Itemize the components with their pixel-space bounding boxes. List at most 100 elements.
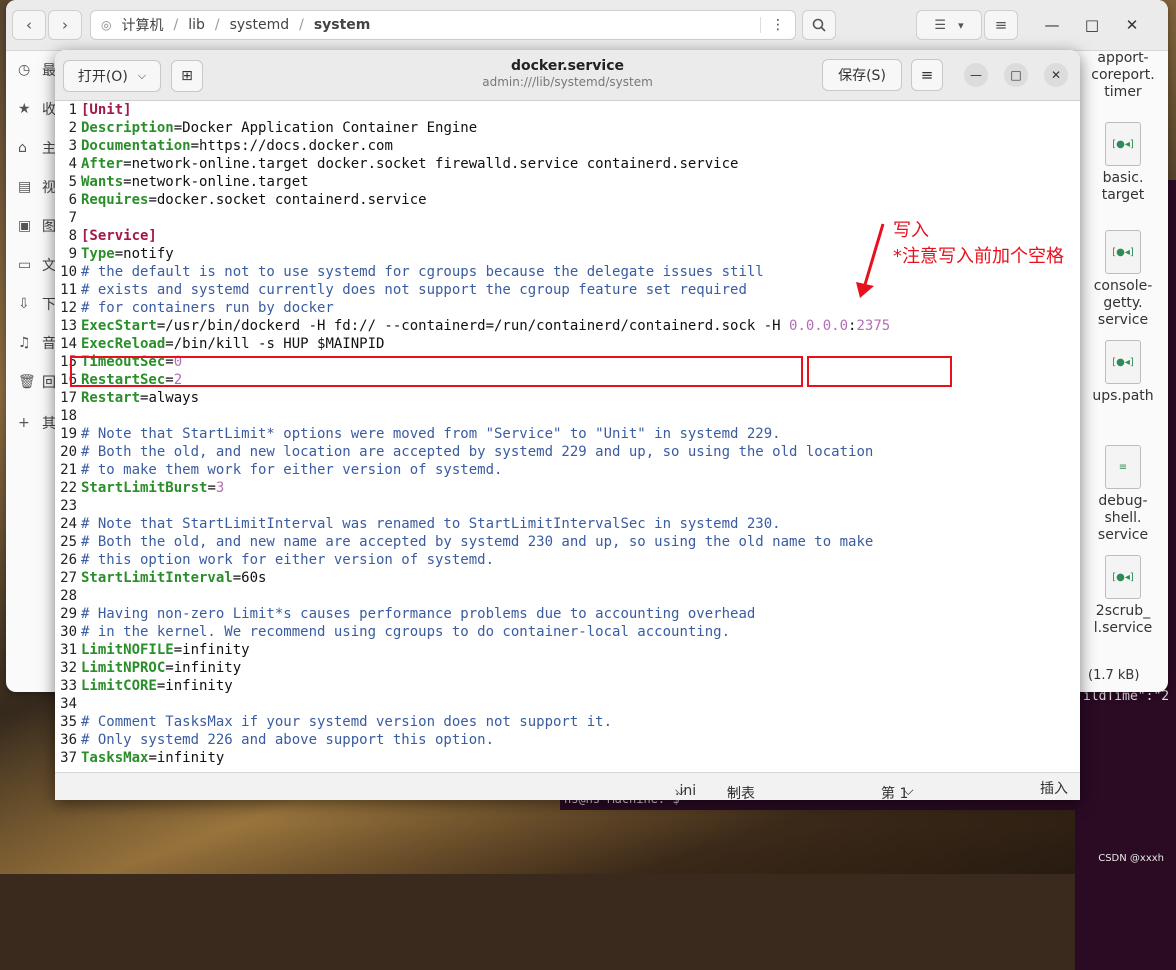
breadcrumb-item-current[interactable]: system bbox=[314, 17, 371, 33]
code-line[interactable]: 2 Description=Docker Application Containe… bbox=[55, 119, 1080, 137]
code-token: # Note that StartLimitInterval was renam… bbox=[81, 516, 781, 532]
highlight-box-added bbox=[807, 356, 952, 387]
minimize-icon: — bbox=[1044, 16, 1060, 34]
code-line[interactable]: 25 # Both the old, and new name are accep… bbox=[55, 533, 1080, 551]
code-line[interactable]: 4 After=network-online.target docker.sock… bbox=[55, 155, 1080, 173]
sidebar-item-label: 视 bbox=[42, 179, 56, 196]
code-line[interactable]: 11 # exists and systemd currently does no… bbox=[55, 281, 1080, 299]
code-line[interactable]: 32 LimitNPROC=infinity bbox=[55, 659, 1080, 677]
maximize-button[interactable]: □ bbox=[1080, 13, 1104, 37]
file-item[interactable]: [●◂] 2scrub_ l.service bbox=[1078, 555, 1168, 637]
more-vert-icon[interactable]: ⋮ bbox=[760, 17, 785, 33]
code-line[interactable]: 12 # for containers run by docker bbox=[55, 299, 1080, 317]
sidebar-item[interactable]: ▭ 文 bbox=[6, 245, 56, 284]
code-token: ExecStart bbox=[81, 318, 157, 334]
code-line[interactable]: 14 ExecReload=/bin/kill -s HUP $MAINPID bbox=[55, 335, 1080, 353]
sidebar-item[interactable]: ★ 收 bbox=[6, 89, 56, 128]
code-line[interactable]: 22 StartLimitBurst=3 bbox=[55, 479, 1080, 497]
save-button[interactable]: 保存(S) bbox=[822, 59, 902, 91]
code-token: StartLimitBurst bbox=[81, 480, 208, 496]
code-token: # for containers run by docker bbox=[81, 300, 334, 316]
sidebar-item[interactable]: 🗑 回 bbox=[6, 362, 56, 401]
code-token: Documentation bbox=[81, 138, 191, 154]
view-toggle-button[interactable]: ☰ ▾ bbox=[916, 10, 982, 40]
code-line[interactable]: 28 bbox=[55, 587, 1080, 605]
open-button[interactable]: 打开(O) ⌵ bbox=[63, 60, 161, 92]
code-line[interactable]: 18 bbox=[55, 407, 1080, 425]
code-token: =infinity bbox=[148, 750, 225, 766]
line-number: 22 bbox=[60, 480, 77, 496]
code-token: # Only systemd 226 and above support thi… bbox=[81, 732, 495, 748]
line-number: 21 bbox=[60, 462, 77, 478]
file-item[interactable]: [●◂] ups.path bbox=[1078, 340, 1168, 405]
code-line[interactable]: 35 # Comment TasksMax if your systemd ver… bbox=[55, 713, 1080, 731]
file-name: console- getty. service bbox=[1093, 278, 1153, 328]
code-line[interactable]: 26 # this option work for either version … bbox=[55, 551, 1080, 569]
code-line[interactable]: 34 bbox=[55, 695, 1080, 713]
sidebar-item[interactable]: ⌂ 主 bbox=[6, 128, 56, 167]
code-editor[interactable]: 1 [Unit] 2 Description=Docker Application C… bbox=[55, 100, 1080, 768]
highlight-box-existing bbox=[70, 356, 803, 387]
new-document-button[interactable]: ⊞ bbox=[171, 60, 203, 92]
code-line[interactable]: 23 bbox=[55, 497, 1080, 515]
insert-mode[interactable]: 插入 bbox=[1040, 778, 1068, 798]
editor-menu-button[interactable]: ≡ bbox=[911, 59, 943, 91]
line-number: 29 bbox=[60, 606, 77, 622]
editor-minimize-button[interactable]: — bbox=[964, 63, 988, 87]
code-line[interactable]: 20 # Both the old, and new location are a… bbox=[55, 443, 1080, 461]
code-line[interactable]: 37 TasksMax=infinity bbox=[55, 749, 1080, 767]
systemd-unit-file-icon: [●◂] bbox=[1105, 555, 1141, 599]
annotation-line: *注意写入前加个空格 bbox=[893, 246, 1064, 267]
code-line[interactable]: 33 LimitCORE=infinity bbox=[55, 677, 1080, 695]
breadcrumb-item[interactable]: systemd bbox=[230, 17, 290, 33]
forward-button[interactable]: › bbox=[48, 10, 82, 40]
file-item[interactable]: [●◂] basic. target bbox=[1078, 122, 1168, 204]
chevron-down-icon: ⌵ bbox=[137, 69, 147, 82]
code-line[interactable]: 24 # Note that StartLimitInterval was ren… bbox=[55, 515, 1080, 533]
sidebar-item-label: 主 bbox=[42, 140, 56, 157]
code-line[interactable]: 3 Documentation=https://docs.docker.com bbox=[55, 137, 1080, 155]
code-token: # the default is not to use systemd for … bbox=[81, 264, 764, 280]
code-token: =infinity bbox=[156, 678, 233, 694]
code-line[interactable]: 31 LimitNOFILE=infinity bbox=[55, 641, 1080, 659]
search-button[interactable] bbox=[802, 10, 836, 40]
code-token: Wants bbox=[81, 174, 124, 190]
code-token: =always bbox=[140, 390, 200, 406]
sidebar-item[interactable]: ♫ 音 bbox=[6, 323, 56, 362]
code-line[interactable]: 27 StartLimitInterval=60s bbox=[55, 569, 1080, 587]
code-line[interactable]: 6 Requires=docker.socket containerd.servi… bbox=[55, 191, 1080, 209]
code-line[interactable]: 19 # Note that StartLimit* options were m… bbox=[55, 425, 1080, 443]
breadcrumb-item[interactable]: 计算机 bbox=[121, 15, 163, 35]
sidebar-item-label: 文 bbox=[42, 257, 56, 274]
line-number: 28 bbox=[60, 588, 77, 604]
code-line[interactable]: 1 [Unit] bbox=[55, 101, 1080, 119]
hamburger-menu-button[interactable]: ≡ bbox=[984, 10, 1018, 40]
line-number: 9 bbox=[68, 246, 77, 262]
breadcrumb[interactable]: ◎ 计算机 / lib / systemd / system ⋮ bbox=[90, 10, 796, 40]
editor-close-button[interactable]: ✕ bbox=[1044, 63, 1068, 87]
file-item[interactable]: [●◂] console- getty. service bbox=[1078, 230, 1168, 329]
code-line[interactable]: 5 Wants=network-online.target bbox=[55, 173, 1080, 191]
minimize-button[interactable]: — bbox=[1040, 13, 1064, 37]
editor-maximize-button[interactable]: □ bbox=[1004, 63, 1028, 87]
code-line[interactable]: 29 # Having non-zero Limit*s causes perfo… bbox=[55, 605, 1080, 623]
code-line[interactable]: 36 # Only systemd 226 and above support t… bbox=[55, 731, 1080, 749]
breadcrumb-item[interactable]: lib bbox=[188, 17, 205, 33]
code-token: # to make them work for either version o… bbox=[81, 462, 503, 478]
close-button[interactable]: ✕ bbox=[1120, 13, 1144, 37]
code-line[interactable]: 17 Restart=always bbox=[55, 389, 1080, 407]
line-number: 20 bbox=[60, 444, 77, 460]
sidebar-item[interactable]: ▤ 视 bbox=[6, 167, 56, 206]
sidebar-item[interactable]: ▣ 图 bbox=[6, 206, 56, 245]
code-line[interactable]: 13 ExecStart=/usr/bin/dockerd -H fd:// --… bbox=[55, 317, 1080, 335]
back-button[interactable]: ‹ bbox=[12, 10, 46, 40]
code-line[interactable]: 21 # to make them work for either version… bbox=[55, 461, 1080, 479]
sidebar-item[interactable]: + 其 bbox=[6, 403, 56, 442]
file-item[interactable]: apport- coreport. timer bbox=[1078, 50, 1168, 101]
file-item[interactable]: ≡ debug- shell. service bbox=[1078, 445, 1168, 544]
line-number: 35 bbox=[60, 714, 77, 730]
code-line[interactable]: 30 # in the kernel. We recommend using cg… bbox=[55, 623, 1080, 641]
line-number: 2 bbox=[68, 120, 77, 136]
sidebar-item[interactable]: ◷ 最 bbox=[6, 50, 56, 89]
sidebar-item[interactable]: ⇩ 下 bbox=[6, 284, 56, 323]
